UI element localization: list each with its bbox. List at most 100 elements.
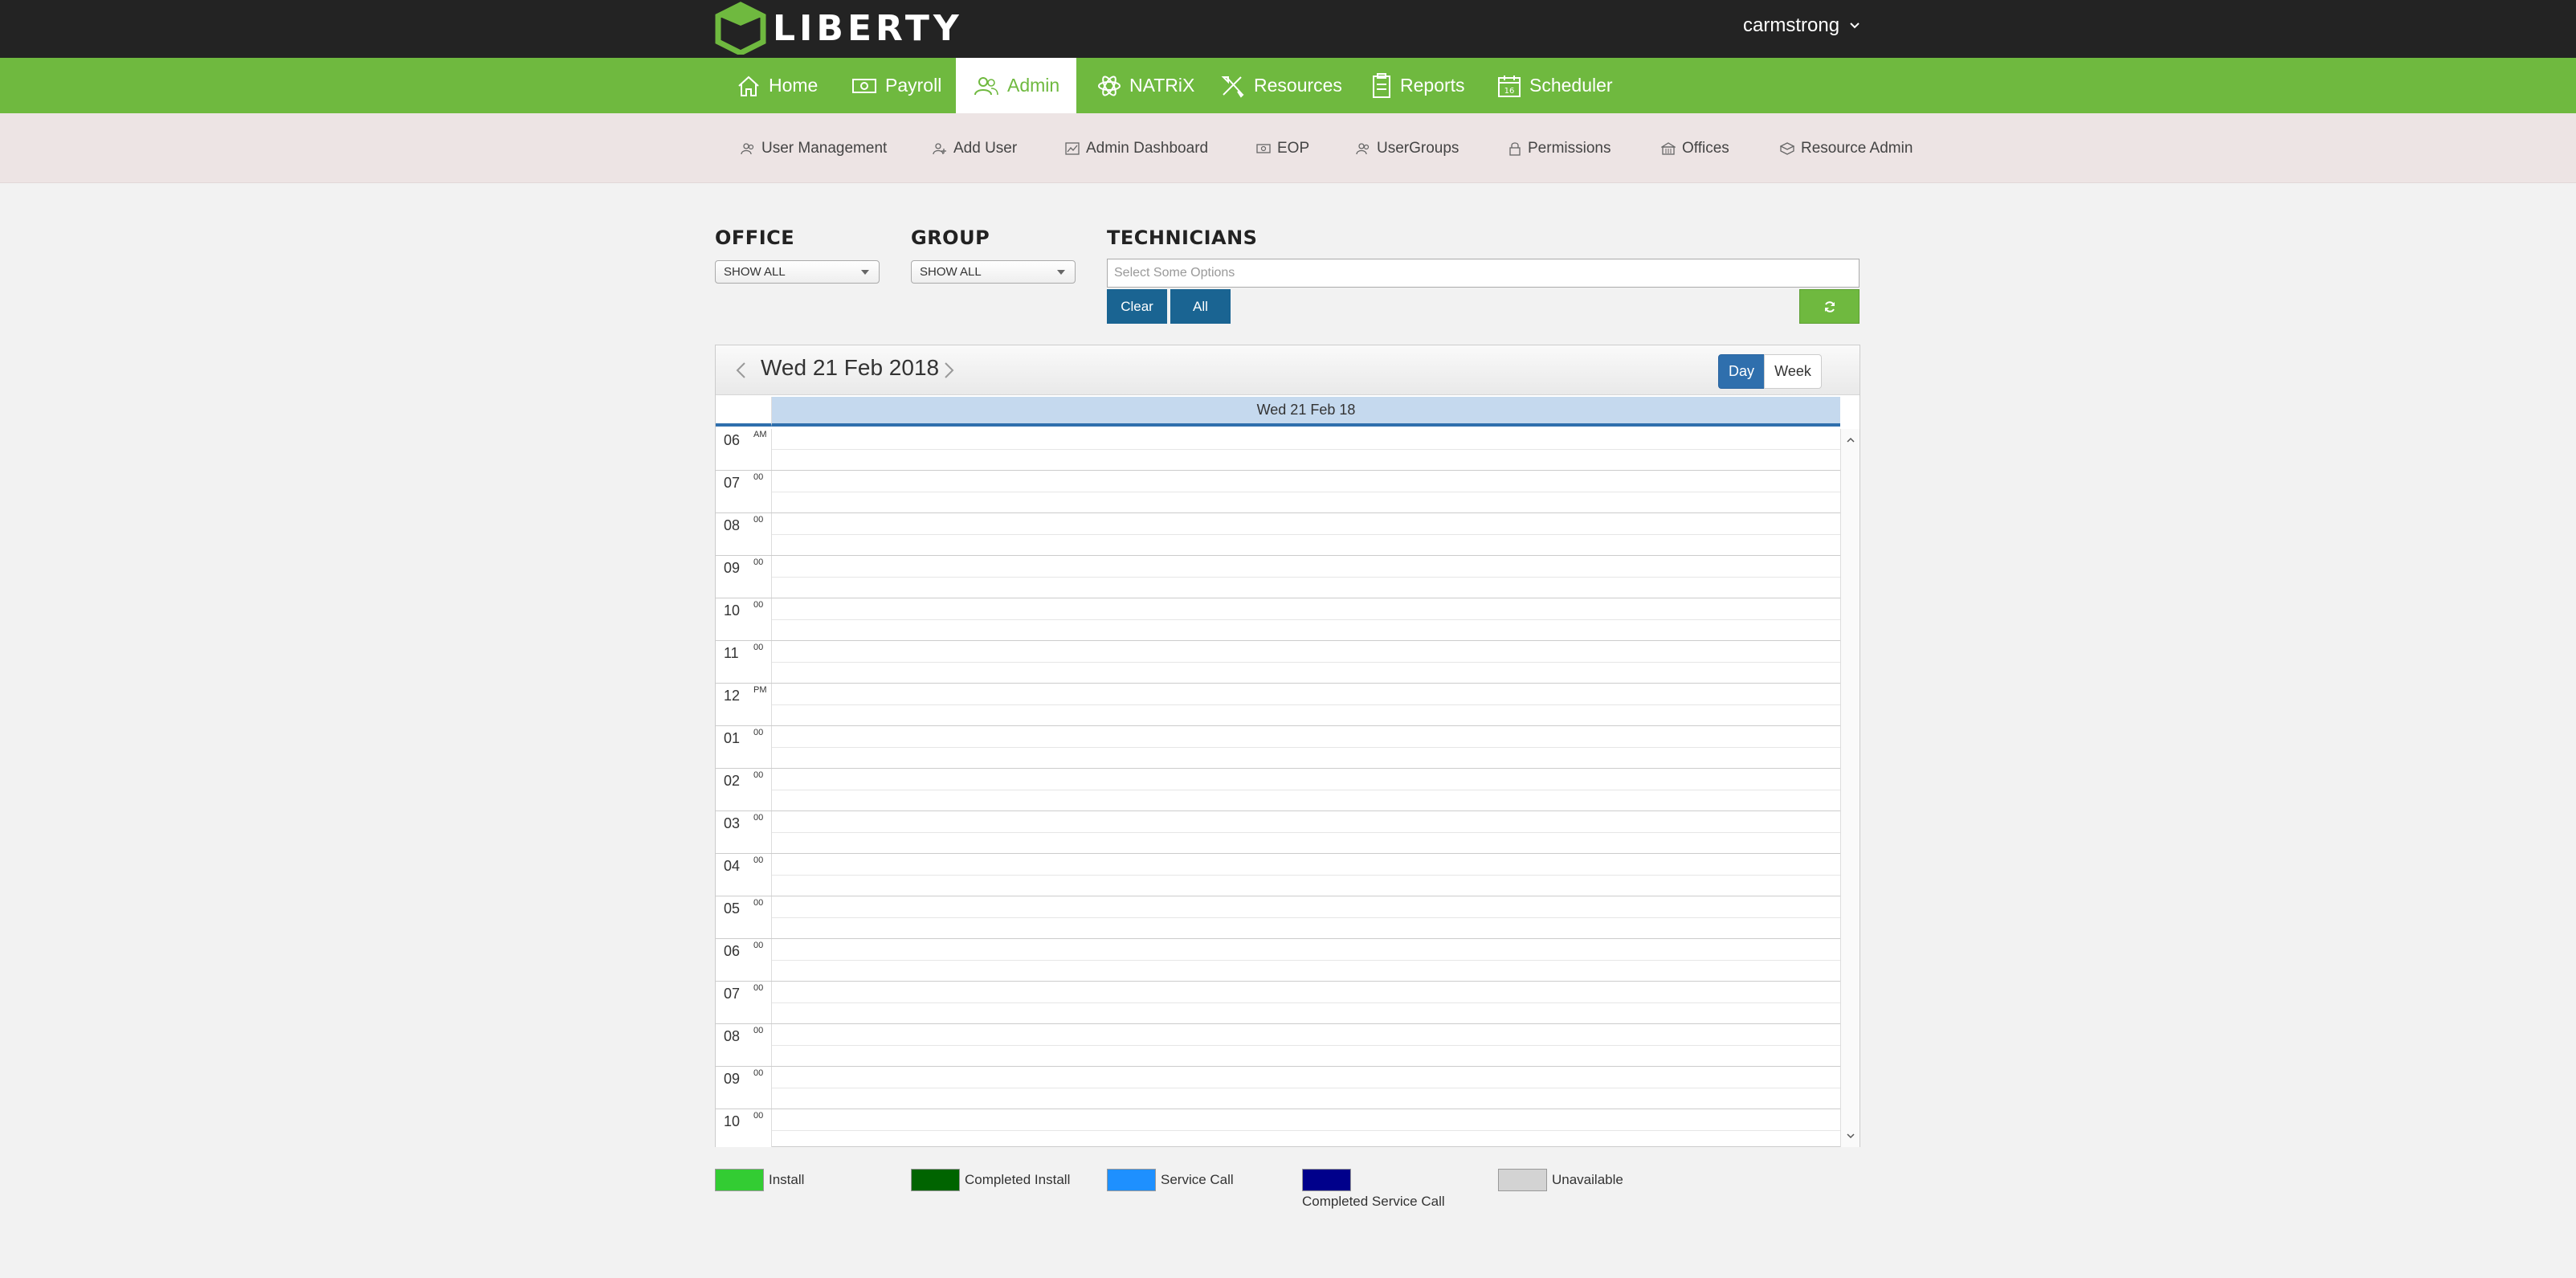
- username: carmstrong: [1743, 14, 1840, 36]
- hour-row[interactable]: 05 00: [716, 896, 1840, 939]
- hour-label: 09: [724, 1071, 741, 1087]
- nav-scheduler[interactable]: 16 Scheduler: [1486, 58, 1624, 113]
- office-filter-label: OFFICE: [715, 227, 795, 249]
- time-gutter: 09 00: [716, 556, 772, 598]
- hour-row[interactable]: 10 00: [716, 1109, 1840, 1147]
- subnav-usergroups-label: UserGroups: [1377, 140, 1459, 157]
- subnav-resource-admin[interactable]: Resource Admin: [1780, 137, 1913, 160]
- minute-label: 00: [753, 728, 764, 737]
- nav-reports-label: Reports: [1400, 75, 1465, 96]
- minute-label: PM: [753, 685, 767, 695]
- minute-label: 00: [753, 643, 764, 652]
- user-menu[interactable]: carmstrong: [1743, 14, 1860, 37]
- nav-admin[interactable]: Admin: [956, 58, 1076, 113]
- minute-label: 00: [753, 557, 764, 567]
- subnav-offices[interactable]: Offices: [1661, 137, 1729, 160]
- day-view-button[interactable]: Day: [1718, 354, 1765, 389]
- scroll-up-icon[interactable]: [1846, 435, 1855, 445]
- nav-home[interactable]: Home: [725, 58, 829, 113]
- subnav-admin-dashboard[interactable]: Admin Dashboard: [1065, 137, 1208, 160]
- time-gutter: 09 00: [716, 1067, 772, 1109]
- technicians-placeholder: Select Some Options: [1114, 266, 1235, 280]
- scroll-down-icon[interactable]: [1846, 1131, 1855, 1141]
- hour-label: 07: [724, 986, 741, 1002]
- tools-icon: [1221, 76, 1244, 98]
- lock-icon: [1509, 142, 1521, 156]
- nav-payroll[interactable]: Payroll: [840, 58, 953, 113]
- nav-resources[interactable]: Resources: [1209, 58, 1353, 113]
- hour-row[interactable]: 11 00: [716, 640, 1840, 684]
- legend-install: Install: [715, 1169, 804, 1191]
- nav-natrix[interactable]: NATRiX: [1086, 58, 1206, 113]
- nav-payroll-label: Payroll: [885, 75, 942, 96]
- hour-row[interactable]: 08 00: [716, 1023, 1840, 1067]
- nav-reports[interactable]: Reports: [1360, 58, 1476, 113]
- chevron-right-icon[interactable]: [939, 360, 958, 381]
- time-gutter: 07 00: [716, 471, 772, 513]
- time-gutter: 08 00: [716, 513, 772, 556]
- time-gutter: 08 00: [716, 1024, 772, 1067]
- hour-label: 06: [724, 432, 741, 448]
- technicians-multiselect[interactable]: Select Some Options: [1107, 259, 1860, 288]
- subnav-eop[interactable]: EOP: [1256, 137, 1309, 160]
- hour-row[interactable]: 01 00: [716, 725, 1840, 769]
- refresh-button[interactable]: [1799, 289, 1860, 324]
- half-hour-line: [772, 449, 1840, 450]
- hour-row[interactable]: 09 00: [716, 1066, 1840, 1109]
- hour-row[interactable]: 08 00: [716, 512, 1840, 556]
- hour-row[interactable]: 09 00: [716, 555, 1840, 598]
- group-filter-label: GROUP: [911, 227, 990, 249]
- legend-label: Unavailable: [1552, 1172, 1623, 1187]
- office-select[interactable]: SHOW ALL: [715, 260, 880, 284]
- half-hour-line: [772, 917, 1840, 918]
- hour-row[interactable]: 02 00: [716, 768, 1840, 811]
- hour-label: 11: [724, 645, 739, 661]
- hour-row[interactable]: 03 00: [716, 810, 1840, 854]
- time-gutter: 06 00: [716, 939, 772, 982]
- chevron-down-icon: [1850, 22, 1860, 29]
- minute-label: 00: [753, 898, 764, 908]
- nav-scheduler-label: Scheduler: [1529, 75, 1613, 96]
- half-hour-line: [772, 1002, 1840, 1003]
- hour-row[interactable]: 07 00: [716, 470, 1840, 513]
- calendar-date-title: Wed 21 Feb 2018: [761, 355, 940, 380]
- subnav-add-user[interactable]: Add User: [933, 137, 1017, 160]
- hour-row[interactable]: 04 00: [716, 853, 1840, 896]
- liberty-logo[interactable]: LIBERTY: [715, 2, 963, 55]
- subnav-permissions[interactable]: Permissions: [1508, 137, 1611, 160]
- subnav-add-user-label: Add User: [953, 140, 1018, 157]
- subnav-user-management[interactable]: User Management: [741, 137, 887, 160]
- chevron-left-icon[interactable]: [732, 360, 751, 381]
- week-view-button[interactable]: Week: [1764, 354, 1822, 389]
- calendar-icon: 16: [1498, 75, 1521, 97]
- time-grid[interactable]: 06 AM 07 00 08 00 09 00 10 00 11 00 12 PM 01 00 02 00 03 00…: [716, 429, 1840, 1147]
- legend-unavailable: Unavailable: [1498, 1169, 1623, 1191]
- office-select-value: SHOW ALL: [724, 265, 786, 279]
- users-icon: [1356, 143, 1370, 155]
- clear-button[interactable]: Clear: [1107, 289, 1167, 324]
- hour-row[interactable]: 07 00: [716, 981, 1840, 1024]
- subnav-user-management-label: User Management: [761, 140, 888, 157]
- legend-completed-service-call: [1302, 1169, 1351, 1191]
- refresh-icon: [1824, 300, 1835, 312]
- admin-sub-nav: User Management Add User Admin Dashboard…: [0, 113, 2576, 183]
- half-hour-line: [772, 875, 1840, 876]
- subnav-usergroups[interactable]: UserGroups: [1356, 137, 1459, 160]
- minute-label: 00: [753, 1026, 764, 1035]
- hour-row[interactable]: 06 AM: [716, 429, 1840, 471]
- select-all-button[interactable]: All: [1170, 289, 1231, 324]
- half-hour-line: [772, 662, 1840, 663]
- hour-row[interactable]: 10 00: [716, 598, 1840, 641]
- calendar-scrollbar[interactable]: [1840, 429, 1860, 1147]
- time-gutter: 10 00: [716, 1109, 772, 1147]
- technicians-filter-label: TECHNICIANS: [1107, 227, 1258, 249]
- group-select[interactable]: SHOW ALL: [911, 260, 1076, 284]
- hour-row[interactable]: 12 PM: [716, 683, 1840, 726]
- hour-row[interactable]: 06 00: [716, 938, 1840, 982]
- time-gutter: 07 00: [716, 982, 772, 1024]
- time-gutter: 06 AM: [716, 429, 772, 471]
- half-hour-line: [772, 747, 1840, 748]
- minute-label: 00: [753, 941, 764, 950]
- hour-label: 10: [724, 1113, 741, 1129]
- hour-label: 12: [724, 688, 741, 704]
